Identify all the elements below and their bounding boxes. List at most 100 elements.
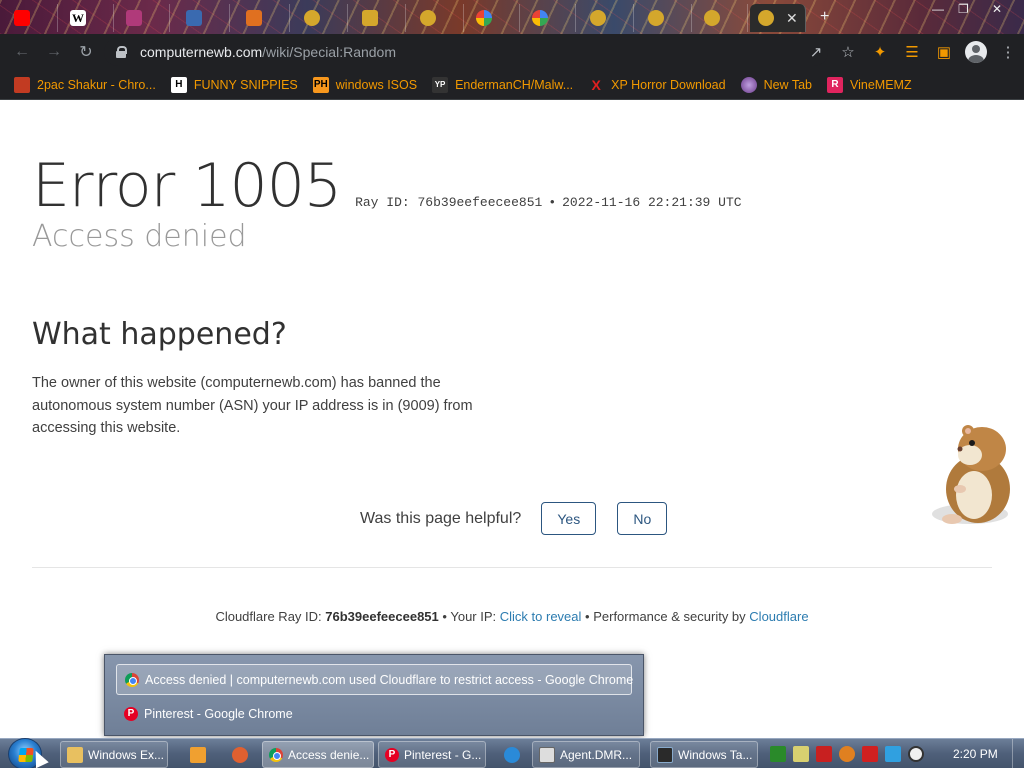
bookmark-item[interactable]: X XP Horror Download <box>588 77 726 93</box>
restore-icon[interactable]: ❐ <box>958 2 969 16</box>
taskbar-label: Agent.DMR... <box>560 747 633 762</box>
chrome-icon <box>125 672 139 687</box>
tray-app-icon[interactable] <box>793 746 809 762</box>
internet-explorer-icon <box>504 746 520 763</box>
taskbar-explorer[interactable]: Windows Ex... <box>60 741 168 768</box>
page-content: Error 1005 Ray ID: 76b39eefeecee851 • 2022… <box>0 101 1024 710</box>
google-icon <box>476 10 492 26</box>
tab-6[interactable] <box>354 4 406 32</box>
taskbar-label: Access denie... <box>288 747 370 762</box>
bookmark-item[interactable]: H FUNNY SNIPPIES <box>170 76 298 93</box>
lock-icon[interactable] <box>116 46 127 58</box>
error-code: Error 1005 <box>32 151 342 221</box>
tab-10[interactable] <box>582 4 634 32</box>
taskbar-label: Windows Ta... <box>678 747 753 762</box>
window-title: Access denied | computernewb.com used Cl… <box>145 672 634 687</box>
bookmark-star-icon[interactable]: ☆ <box>832 36 864 68</box>
wikipedia-icon: W <box>70 10 86 26</box>
bookmark-item[interactable]: 2pac Shakur - Chro... <box>14 76 156 93</box>
taskbar-pinterest[interactable]: P Pinterest - G... <box>378 741 486 768</box>
tray-volume-icon[interactable] <box>908 746 924 762</box>
tab-google-1[interactable] <box>468 4 520 32</box>
task-manager-icon <box>657 746 673 763</box>
bookmark-item[interactable]: YP EndermanCH/Malw... <box>432 76 574 93</box>
toolbar-actions: ↗ ☆ ✦ ☰ ▣ ⋮ <box>800 34 1024 70</box>
tab-12[interactable] <box>696 4 748 32</box>
bookmark-label: VineMEMZ <box>850 77 912 92</box>
back-icon[interactable]: ← <box>6 36 38 68</box>
tray-search-icon[interactable] <box>839 746 855 762</box>
window-list-item-access-denied[interactable]: Access denied | computernewb.com used Cl… <box>116 664 634 695</box>
tab-google-2[interactable] <box>524 4 576 32</box>
menu-kebab-icon[interactable]: ⋮ <box>992 36 1024 68</box>
new-tab-button[interactable]: + <box>820 8 829 26</box>
tab-7[interactable] <box>412 4 464 32</box>
media-player-icon <box>190 746 206 763</box>
cloudflare-footer: Cloudflare Ray ID: 76b39eefeecee851 • Yo… <box>0 609 1024 624</box>
url-path: /wiki/Special:Random <box>262 44 397 60</box>
taskbar-agent[interactable]: Agent.DMR... <box>532 741 640 768</box>
reload-icon[interactable]: ↻ <box>70 36 102 68</box>
tab-favicon-icon <box>126 10 142 26</box>
hamster-mascot-icon[interactable] <box>930 419 1020 529</box>
tab-3[interactable] <box>178 4 230 32</box>
pinterest-icon: P <box>124 706 138 721</box>
show-desktop-button[interactable] <box>1012 739 1024 768</box>
window-close-icon[interactable]: ✕ <box>992 2 1002 16</box>
minimize-icon[interactable]: — <box>932 2 944 16</box>
error-subtitle: Access denied <box>32 219 247 254</box>
what-happened-body: The owner of this website (computernewb.… <box>32 375 473 436</box>
reading-list-icon[interactable]: ☰ <box>896 36 928 68</box>
footer-bullet: • <box>442 609 447 624</box>
2pac-bookmark-icon <box>14 76 30 93</box>
taskbar-media-player[interactable] <box>184 741 212 768</box>
cloudflare-link[interactable]: Cloudflare <box>749 609 808 624</box>
profile-icon <box>965 41 987 63</box>
yp-bookmark-icon: YP <box>432 76 449 93</box>
r-bookmark-icon: R <box>827 76 843 93</box>
tab-2[interactable] <box>118 4 170 32</box>
bookmark-label: XP Horror Download <box>611 77 726 92</box>
taskbar-chrome[interactable]: Access denie... <box>262 741 374 768</box>
tab-favicon-icon <box>186 10 202 26</box>
browser-toolbar: ← → ↻ computernewb.com/wiki/Special:Rand… <box>0 34 1024 70</box>
what-happened-heading: What happened? <box>32 317 287 352</box>
taskbar-app[interactable] <box>226 741 254 768</box>
extensions-puzzle-icon[interactable]: ✦ <box>864 36 896 68</box>
bookmark-item[interactable]: PH windows ISOS <box>312 76 418 93</box>
bookmark-label: New Tab <box>763 77 812 92</box>
bookmark-label: windows ISOS <box>335 77 418 92</box>
close-tab-icon[interactable]: ✕ <box>786 10 798 27</box>
taskbar-task-manager[interactable]: Windows Ta... <box>650 741 758 768</box>
tab-youtube[interactable] <box>6 4 58 32</box>
tray-v-icon[interactable] <box>816 746 832 762</box>
address-bar[interactable]: computernewb.com/wiki/Special:Random <box>104 38 828 66</box>
tray-network-icon[interactable] <box>885 746 901 762</box>
tab-4[interactable] <box>238 4 290 32</box>
taskbar-ie[interactable] <box>498 741 526 768</box>
bookmarks-bar: 2pac Shakur - Chro... H FUNNY SNIPPIES P… <box>0 70 1024 100</box>
bookmark-label: EndermanCH/Malw... <box>455 77 574 92</box>
yes-button[interactable]: Yes <box>541 502 597 535</box>
forward-icon[interactable]: → <box>38 36 70 68</box>
tab-wikipedia[interactable]: W <box>62 4 114 32</box>
bookmark-item[interactable]: New Tab <box>740 76 812 93</box>
tab-11[interactable] <box>640 4 692 32</box>
taskbar-label: Windows Ex... <box>88 747 165 762</box>
helpful-question: Was this page helpful? <box>360 509 522 527</box>
tray-green-icon[interactable] <box>770 746 786 762</box>
tab-active[interactable]: ✕ <box>750 4 806 32</box>
profile-avatar[interactable] <box>960 36 992 68</box>
reveal-ip-link[interactable]: Click to reveal <box>500 609 582 624</box>
error-header: Error 1005 Ray ID: 76b39eefeecee851 • 2022… <box>32 151 742 221</box>
share-icon[interactable]: ↗ <box>800 36 832 68</box>
chrome-icon <box>269 747 283 762</box>
newtab-bookmark-icon <box>740 76 757 93</box>
side-panel-icon[interactable]: ▣ <box>928 36 960 68</box>
taskbar-clock[interactable]: 2:20 PM <box>953 747 998 761</box>
tab-5[interactable] <box>296 4 348 32</box>
no-button[interactable]: No <box>617 502 668 535</box>
bookmark-item[interactable]: R VineMEMZ <box>827 76 912 93</box>
window-list-item-pinterest[interactable]: P Pinterest - Google Chrome <box>116 698 632 729</box>
tray-flag-icon[interactable] <box>862 746 878 762</box>
